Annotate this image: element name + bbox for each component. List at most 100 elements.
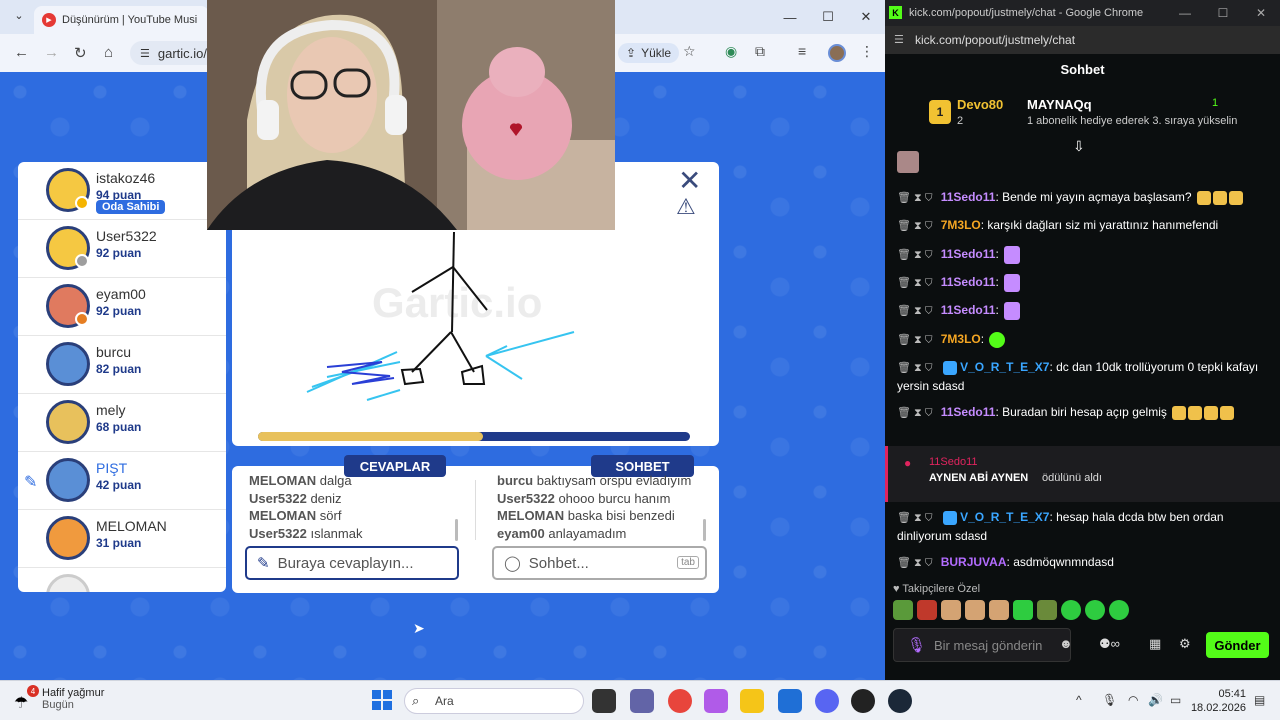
- reward-suffix: ödülünü aldı: [1042, 472, 1102, 484]
- emote-icon[interactable]: [1061, 600, 1081, 620]
- mic-tray-icon[interactable]: 🎙: [1102, 693, 1117, 707]
- answer-input[interactable]: ✎ Buraya cevaplayın...: [245, 546, 459, 580]
- kick-window-title: kick.com/popout/justmely/chat - Google C…: [909, 7, 1144, 19]
- mod-tools-icon[interactable]: 🗑 ⧗ ⛉: [897, 407, 933, 419]
- wifi-icon[interactable]: ◠: [1128, 693, 1138, 707]
- reward-notice: ● 11Sedo11 AYNEN ABİ AYNEN ödülünü aldı: [885, 446, 1280, 502]
- kick-address-bar[interactable]: kick.com/popout/justmely/chat: [885, 26, 1280, 54]
- mod-tools-icon[interactable]: 🗑 ⧗ ⛉: [897, 305, 933, 317]
- discord-icon[interactable]: [815, 689, 839, 713]
- extension-icon[interactable]: ◉: [725, 43, 737, 60]
- emote-icon[interactable]: [893, 600, 913, 620]
- player-row[interactable]: ✎ PIŞT 42 puan: [18, 452, 226, 510]
- menu-dots-icon[interactable]: ⋮: [860, 43, 874, 60]
- profile-avatar[interactable]: [828, 44, 846, 62]
- time: 05:41: [1218, 688, 1246, 700]
- chat-input[interactable]: ◯ Sohbet... tab: [492, 546, 707, 580]
- weather-widget[interactable]: Hafif yağmur Bugün: [42, 687, 104, 711]
- mod-tools-icon[interactable]: 🗑 ⧗ ⛉: [897, 334, 933, 346]
- player-row[interactable]: User5322 92 puan: [18, 220, 226, 278]
- reload-icon[interactable]: ↻: [74, 44, 87, 62]
- mod-tools-icon[interactable]: 🗑 ⧗ ⛉: [897, 192, 933, 204]
- upload-button[interactable]: ⇪ Yükle: [618, 43, 680, 63]
- notifications-icon[interactable]: ▤: [1254, 693, 1265, 707]
- close-icon[interactable]: ✕: [1242, 0, 1280, 26]
- player-row[interactable]: MELOMAN 31 puan: [18, 510, 226, 568]
- emote-icon[interactable]: [941, 600, 961, 620]
- leader2-name[interactable]: MAYNAQq: [1027, 97, 1092, 112]
- favorites-label: Takipçilere Özel: [902, 583, 981, 595]
- emote-icon[interactable]: [1037, 600, 1057, 620]
- store-app-icon[interactable]: [778, 689, 802, 713]
- store-icon[interactable]: ▦: [1149, 636, 1161, 652]
- volume-icon[interactable]: 🔊: [1148, 693, 1163, 707]
- close-canvas-icon[interactable]: ✕: [678, 164, 701, 197]
- close-icon[interactable]: ✕: [847, 0, 885, 34]
- send-button[interactable]: Gönder: [1206, 632, 1269, 658]
- player-avatar: [46, 458, 90, 502]
- media-controls-icon[interactable]: ≡: [798, 43, 806, 59]
- github-icon[interactable]: [851, 689, 875, 713]
- bookmark-star-icon[interactable]: ☆: [683, 43, 696, 60]
- users-icon[interactable]: ⚉∞: [1099, 636, 1120, 652]
- steam-icon[interactable]: [888, 689, 912, 713]
- mod-tools-icon[interactable]: 🗑 ⧗ ⛉: [897, 277, 933, 289]
- taskbar-search[interactable]: Ara: [404, 688, 584, 714]
- player-row[interactable]: mely 68 puan: [18, 394, 226, 452]
- file-explorer-icon[interactable]: [740, 689, 764, 713]
- maximize-icon[interactable]: ☐: [1204, 0, 1242, 26]
- emote-icon[interactable]: [989, 600, 1009, 620]
- start-button[interactable]: [372, 690, 392, 710]
- player-row[interactable]: burcu 82 puan: [18, 336, 226, 394]
- list-item: eyam00 anlayamadım: [497, 525, 627, 541]
- forward-icon[interactable]: →: [44, 44, 59, 61]
- player-list: istakoz46 94 puan Oda Sahibi User5322 92…: [18, 162, 226, 592]
- emote-icon[interactable]: [1085, 600, 1105, 620]
- player-row[interactable]: eyam00 92 puan: [18, 278, 226, 336]
- emote-icon[interactable]: [917, 600, 937, 620]
- list-item: MELOMAN dalga: [249, 473, 352, 488]
- maximize-icon[interactable]: ☐: [809, 0, 847, 34]
- report-warning-icon[interactable]: ⚠: [676, 194, 696, 220]
- chrome-icon[interactable]: [668, 689, 692, 713]
- mod-tools-icon[interactable]: 🗑 ⧗ ⛉: [897, 557, 933, 569]
- microphone-icon[interactable]: 🎙: [907, 636, 926, 654]
- mod-tools-icon[interactable]: 🗑 ⧗ ⛉: [897, 249, 933, 261]
- teams-icon[interactable]: [630, 689, 654, 713]
- chat-message: 🗑 ⧗ ⛉ 11Sedo11:: [897, 245, 1269, 264]
- mod-tools-icon[interactable]: 🗑 ⧗ ⛉: [897, 512, 933, 524]
- player-name: mely: [96, 402, 126, 418]
- mod-tools-icon[interactable]: 🗑 ⧗ ⛉: [897, 220, 933, 232]
- emoji-icon: [1196, 190, 1211, 205]
- clock[interactable]: 05:41 18.02.2026: [1191, 687, 1246, 715]
- minimize-icon[interactable]: —: [1166, 0, 1204, 26]
- emote-icon[interactable]: [965, 600, 985, 620]
- extensions-puzzle-icon[interactable]: ⧉: [755, 43, 765, 60]
- player-row[interactable]: istakoz46 94 puan Oda Sahibi: [18, 162, 226, 220]
- site-info-icon[interactable]: ☰: [140, 47, 150, 60]
- tray-chevron-icon[interactable]: ^: [1076, 693, 1082, 707]
- home-icon[interactable]: ⌂: [104, 44, 113, 61]
- tab-search-icon[interactable]: ⌄: [10, 9, 28, 25]
- weather-sub: Bugün: [42, 699, 74, 711]
- kick-logo-icon: K: [889, 6, 902, 19]
- mod-tools-icon[interactable]: 🗑 ⧗ ⛉: [897, 362, 933, 374]
- battery-icon[interactable]: ▭: [1170, 693, 1181, 707]
- back-icon[interactable]: ←: [14, 44, 29, 61]
- leader2-count: 1: [1212, 97, 1219, 109]
- browser-tab[interactable]: ▶ Düşünürüm | YouTube Musi: [34, 6, 209, 34]
- site-info-icon[interactable]: ☰: [894, 33, 904, 46]
- task-view-icon[interactable]: [592, 689, 616, 713]
- minimize-icon[interactable]: —: [771, 0, 809, 34]
- copilot-icon[interactable]: [704, 689, 728, 713]
- leader1-name[interactable]: Devo80: [957, 97, 1003, 112]
- chat-scrollbar[interactable]: [703, 519, 706, 541]
- timer-bar: [258, 432, 690, 441]
- answers-scrollbar[interactable]: [455, 519, 458, 541]
- emote-icon[interactable]: [1013, 600, 1033, 620]
- emote-icon[interactable]: [1109, 600, 1129, 620]
- emoji-picker-icon[interactable]: ☻: [1059, 636, 1073, 651]
- player-points: 68 puan: [96, 420, 142, 434]
- gift-leaderboard: 1 Devo80 2 MAYNAQq 1 1 abonelik hediye e…: [885, 88, 1280, 138]
- settings-icon[interactable]: ⚙: [1179, 636, 1191, 652]
